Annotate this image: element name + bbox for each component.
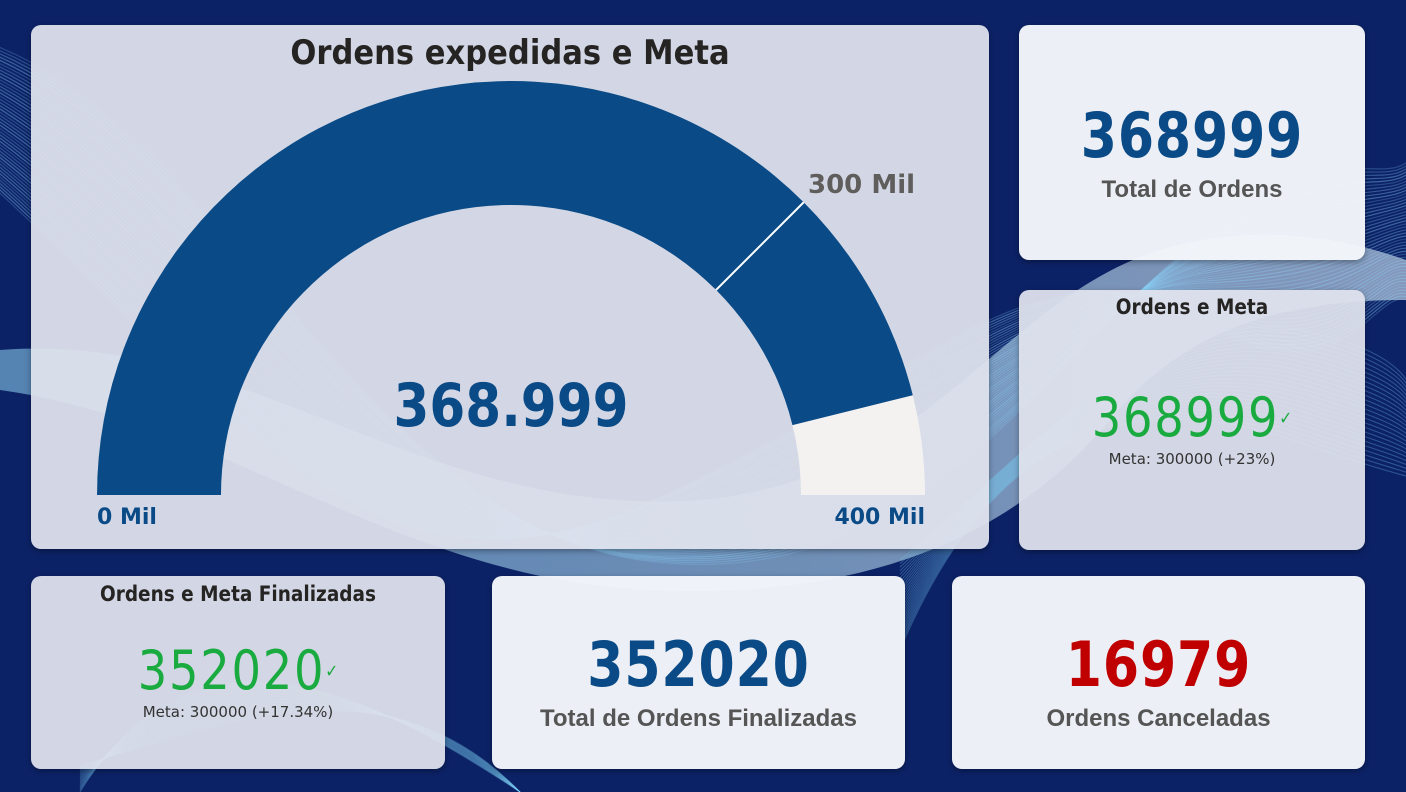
- cancelled-orders-label: Ordens Canceladas: [1046, 705, 1271, 732]
- check-icon: ✓: [1279, 408, 1293, 429]
- gauge-card[interactable]: Ordens expedidas e Meta 368.999 0 Mil 40…: [31, 25, 989, 549]
- finished-total-card[interactable]: 352020 Total de Ordens Finalizadas: [492, 576, 905, 769]
- orders-goal-kpi-card[interactable]: Ordens e Meta 368999✓ Meta: 300000 (+23%…: [1019, 290, 1365, 550]
- finished-goal-value: 352020✓: [60, 639, 416, 702]
- total-orders-value: 368999: [1080, 99, 1304, 172]
- finished-total-label: Total de Ordens Finalizadas: [540, 705, 857, 732]
- finished-goal-number: 352020: [137, 639, 326, 702]
- finished-goal-title: Ordens e Meta Finalizadas: [100, 582, 376, 606]
- finished-goal-target-text: Meta: 300000 (+17.34%): [142, 703, 334, 721]
- total-orders-label: Total de Ordens: [1101, 176, 1283, 203]
- gauge-chart: [97, 81, 925, 495]
- finished-goal-kpi-card[interactable]: Ordens e Meta Finalizadas 352020✓ Meta: …: [31, 576, 445, 769]
- gauge-title: Ordens expedidas e Meta: [290, 33, 730, 73]
- orders-goal-number: 368999: [1091, 386, 1280, 449]
- gauge-target-label: 300 Mil: [808, 170, 916, 200]
- cancelled-orders-card[interactable]: 16979 Ordens Canceladas: [952, 576, 1365, 769]
- gauge-value: 368.999: [393, 371, 629, 441]
- gauge-max-label: 400 Mil: [834, 505, 925, 530]
- cancelled-orders-value: 16979: [1065, 628, 1252, 701]
- gauge-min-label: 0 Mil: [97, 505, 157, 530]
- orders-goal-value: 368999✓: [1043, 386, 1341, 449]
- check-icon: ✓: [325, 661, 339, 682]
- finished-total-value: 352020: [587, 628, 810, 701]
- orders-goal-target-text: Meta: 300000 (+23%): [1108, 450, 1276, 468]
- orders-goal-title: Ordens e Meta: [1115, 295, 1269, 319]
- total-orders-card[interactable]: 368999 Total de Ordens: [1019, 25, 1365, 260]
